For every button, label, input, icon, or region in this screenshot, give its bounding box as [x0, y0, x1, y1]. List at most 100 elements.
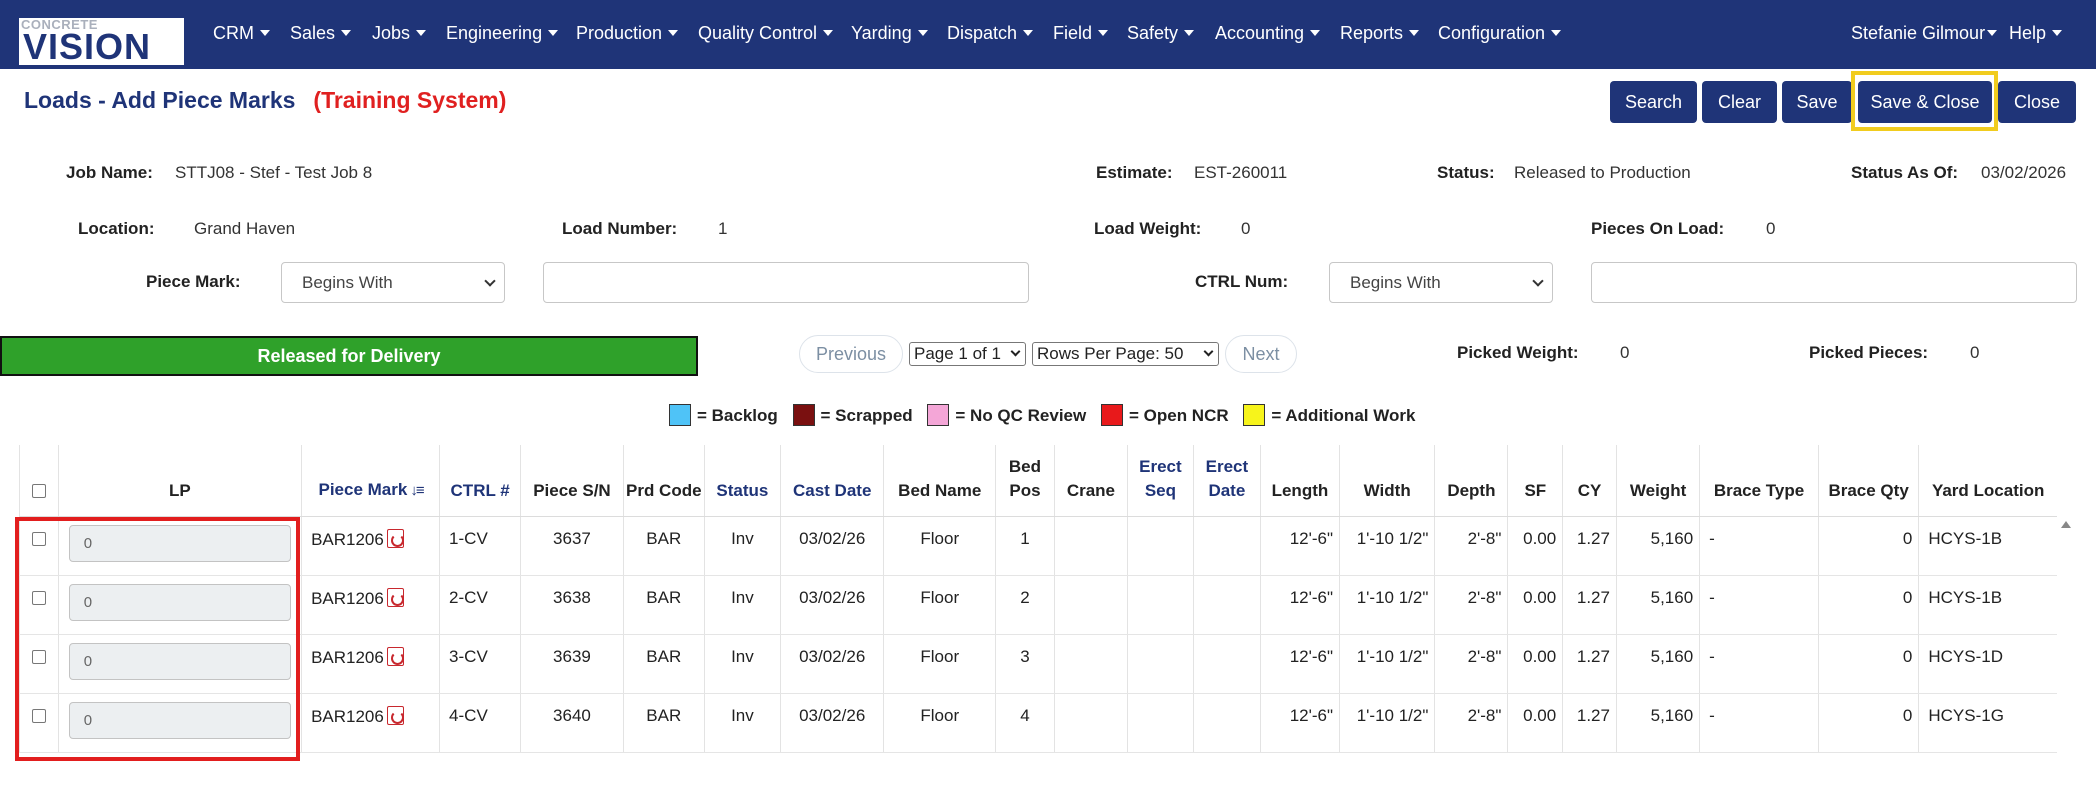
caret-down-icon [1098, 30, 1109, 36]
nav-user-menu[interactable]: Stefanie Gilmour [1851, 23, 1998, 44]
nav-crm[interactable]: CRM [213, 23, 270, 44]
weight-cell: 5,160 [1615, 693, 1700, 753]
ctrl-num-mode-select[interactable]: Begins With [1329, 262, 1553, 303]
bed-name-cell: Floor [883, 693, 996, 753]
clear-button[interactable]: Clear [1702, 81, 1777, 123]
cy-header: CY [1562, 445, 1617, 517]
rows-per-page-select[interactable]: Rows Per Page: 50 [1032, 342, 1219, 366]
sort-ascending-icon[interactable]: ↓≡ [410, 479, 424, 503]
nav-jobs[interactable]: Jobs [372, 23, 427, 44]
piece-sn-cell: 3637 [520, 516, 624, 576]
nav-reports[interactable]: Reports [1340, 23, 1420, 44]
yard-location-cell: HCYS-1B [1918, 516, 2057, 576]
lp-header: LP [57, 445, 302, 517]
sf-cell: 0.00 [1507, 634, 1563, 694]
status-header[interactable]: Status [703, 445, 781, 517]
nav-field[interactable]: Field [1053, 23, 1109, 44]
nav-sales[interactable]: Sales [290, 23, 352, 44]
chevron-down-icon [484, 275, 496, 287]
ctrl-cell: 4-CV [439, 693, 521, 753]
width-cell: 1'-10 1/2" [1338, 516, 1435, 576]
width-header: Width [1338, 445, 1435, 517]
previous-page-button[interactable]: Previous [799, 335, 903, 373]
status-cell: Inv [703, 575, 781, 635]
search-button[interactable]: Search [1610, 81, 1697, 123]
concrete-vision-logo[interactable]: CONCRETE VISION [19, 17, 184, 65]
legend-label: = Open NCR [1128, 406, 1229, 425]
depth-cell: 2'-8" [1434, 693, 1508, 753]
cast-date-header[interactable]: Cast Date [779, 445, 884, 517]
scrapped-swatch [792, 404, 815, 426]
pdf-icon[interactable] [386, 646, 404, 666]
nav-help[interactable]: Help [2009, 23, 2063, 44]
load-weight-value: 0 [1241, 219, 1251, 238]
prd-code-header: Prd Code [622, 445, 705, 517]
ctrl-header[interactable]: CTRL # [439, 445, 521, 517]
status-cell: Inv [703, 516, 781, 576]
brace-qty-cell: 0 [1817, 693, 1919, 753]
caret-down-icon [1409, 30, 1420, 36]
pdf-icon[interactable] [386, 705, 404, 725]
scroll-up-arrow-icon[interactable] [2061, 521, 2071, 528]
erect-seq-cell [1126, 693, 1194, 753]
pdf-icon[interactable] [386, 528, 404, 548]
nav-yarding[interactable]: Yarding [851, 23, 928, 44]
table-row[interactable]: 0 BAR1206 3-CV 3639 BAR Inv 03/02/26 Flo… [19, 634, 2057, 694]
nav-configuration[interactable]: Configuration [1438, 23, 1562, 44]
page-select-value: Page 1 of 1 [914, 344, 1001, 363]
yard-location-cell: HCYS-1B [1918, 575, 2057, 635]
caret-down-icon [1551, 30, 1562, 36]
status-cell: Inv [703, 693, 781, 753]
table-row[interactable]: 0 BAR1206 1-CV 3637 BAR Inv 03/02/26 Flo… [19, 516, 2057, 576]
piece-mark-mode-select[interactable]: Begins With [281, 262, 505, 303]
caret-down-icon [668, 30, 679, 36]
prd-code-cell: BAR [622, 575, 705, 635]
table-row[interactable]: 0 BAR1206 4-CV 3640 BAR Inv 03/02/26 Flo… [19, 693, 2057, 753]
piece-sn-header: Piece S/N [520, 445, 624, 517]
erect-date-header[interactable]: Erect Date [1192, 445, 1261, 517]
erect-seq-header[interactable]: Erect Seq [1126, 445, 1194, 517]
crane-header: Crane [1053, 445, 1128, 517]
brace-type-cell: - [1699, 516, 1819, 576]
open-ncr-swatch [1100, 404, 1123, 426]
bed-pos-cell: 3 [995, 634, 1055, 694]
caret-down-icon [917, 30, 928, 36]
save-button[interactable]: Save [1782, 81, 1852, 123]
prd-code-cell: BAR [622, 634, 705, 694]
release-status-bar: Released for Delivery [0, 336, 698, 376]
nav-dispatch[interactable]: Dispatch [947, 23, 1034, 44]
legend-label: = Backlog [697, 406, 778, 425]
nav-quality-control[interactable]: Quality Control [698, 23, 834, 44]
nav-engineering[interactable]: Engineering [446, 23, 559, 44]
crane-cell [1053, 693, 1128, 753]
page-select[interactable]: Page 1 of 1 [909, 342, 1026, 366]
pdf-icon[interactable] [386, 587, 404, 607]
piece-mark-cell: BAR1206 [301, 575, 440, 635]
legend-label: = Additional Work [1271, 406, 1416, 425]
select-all-checkbox[interactable] [31, 484, 46, 499]
chevron-down-icon [1532, 275, 1544, 287]
nav-production[interactable]: Production [576, 23, 679, 44]
select-value: Begins With [1350, 273, 1441, 292]
select-all-header[interactable] [19, 445, 59, 517]
cy-cell: 1.27 [1562, 516, 1617, 576]
no-qc-review-swatch [927, 404, 950, 426]
table-row[interactable]: 0 BAR1206 2-CV 3638 BAR Inv 03/02/26 Flo… [19, 575, 2057, 635]
bed-name-cell: Floor [883, 575, 996, 635]
nav-safety[interactable]: Safety [1127, 23, 1195, 44]
status-label: Status: [1437, 163, 1495, 182]
next-page-button[interactable]: Next [1225, 335, 1297, 373]
erect-date-cell [1192, 575, 1261, 635]
bed-name-cell: Floor [883, 634, 996, 694]
ctrl-num-search-input[interactable] [1591, 262, 2077, 303]
ctrl-num-filter-label: CTRL Num: [1195, 272, 1289, 291]
piece-mark-search-input[interactable] [543, 262, 1029, 303]
piece-mark-header[interactable]: Piece Mark ↓≡ [301, 445, 440, 517]
nav-label: Dispatch [947, 23, 1018, 43]
caret-down-icon [2052, 30, 2063, 36]
status-as-of-label: Status As Of: [1851, 163, 1959, 182]
close-button[interactable]: Close [1998, 81, 2076, 123]
cast-date-cell: 03/02/26 [779, 516, 884, 576]
nav-accounting[interactable]: Accounting [1215, 23, 1321, 44]
brace-type-header: Brace Type [1699, 445, 1819, 517]
